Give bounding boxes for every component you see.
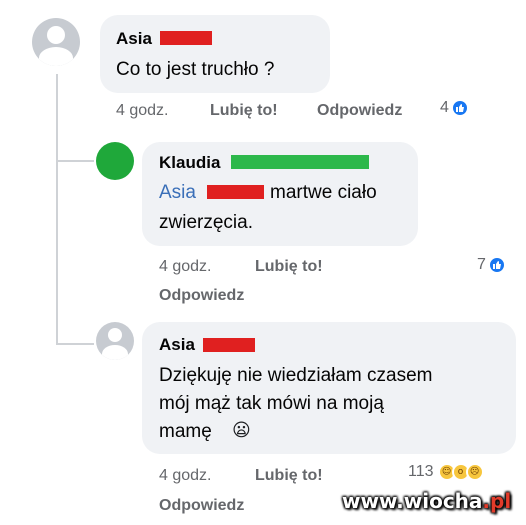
redaction-bar <box>207 185 264 199</box>
avatar[interactable] <box>96 142 134 180</box>
like-button[interactable]: Lubię to! <box>210 102 278 120</box>
like-button[interactable]: Lubię to! <box>255 467 323 485</box>
reaction-count: 7 <box>477 256 486 273</box>
like-icon <box>487 256 506 274</box>
comment-author[interactable]: Asia <box>116 29 152 49</box>
like-button[interactable]: Lubię to! <box>255 258 323 276</box>
comment-time[interactable]: 4 godz. <box>159 467 211 485</box>
watermark-logo: www.wiocha.pl <box>342 489 512 513</box>
comment-text: martwe ciało <box>270 182 377 203</box>
sad-icon: ☹ <box>465 463 484 481</box>
reaction-summary[interactable]: 113 ☺ o ☹ <box>408 463 484 481</box>
reaction-summary[interactable]: 4 <box>440 99 469 117</box>
mention-link[interactable]: Asia <box>159 180 196 206</box>
redaction-bar <box>160 31 212 45</box>
reaction-count: 113 <box>408 463 434 480</box>
thread-connector <box>56 343 94 345</box>
reply-button[interactable]: Odpowiedz <box>159 287 244 305</box>
comment-text: Co to jest truchło ? <box>116 59 275 80</box>
reply-button[interactable]: Odpowiedz <box>317 102 402 120</box>
like-icon <box>450 99 469 117</box>
comment-text: mamę <box>159 421 212 442</box>
redaction-bar <box>203 338 255 352</box>
comment-time[interactable]: 4 godz. <box>116 102 168 120</box>
worried-emoji: 😦 <box>232 420 251 441</box>
reaction-count: 4 <box>440 99 449 116</box>
comment-author[interactable]: Klaudia <box>159 153 220 173</box>
redaction-bar <box>231 155 369 169</box>
thread-line <box>56 74 58 344</box>
comment-time[interactable]: 4 godz. <box>159 258 211 276</box>
reaction-summary[interactable]: 7 <box>477 256 506 274</box>
avatar[interactable] <box>96 322 134 360</box>
reply-button[interactable]: Odpowiedz <box>159 497 244 515</box>
comment-text: Dziękuję nie wiedziałam czasem <box>159 365 433 386</box>
thread-connector <box>56 160 94 162</box>
comment-text: zwierzęcia. <box>159 212 253 233</box>
avatar[interactable] <box>32 18 80 66</box>
comment-author[interactable]: Asia <box>159 335 195 355</box>
comment-text: mój mąż tak mówi na moją <box>159 393 384 414</box>
